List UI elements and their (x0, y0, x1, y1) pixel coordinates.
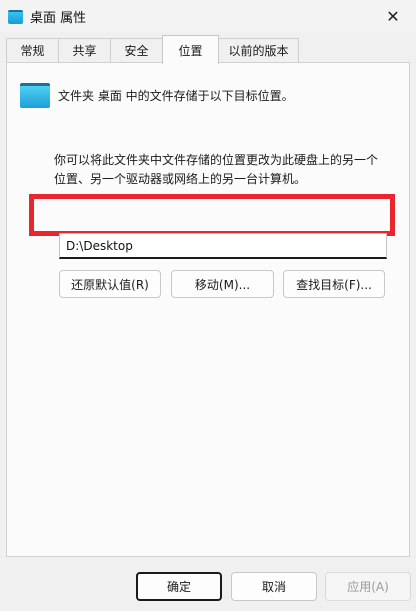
apply-button[interactable]: 应用(A) (325, 572, 411, 601)
tab-previous-versions[interactable]: 以前的版本 (218, 38, 299, 62)
tab-location[interactable]: 位置 (162, 35, 219, 64)
window-title: 桌面 属性 (30, 11, 87, 26)
tab-security[interactable]: 安全 (110, 38, 163, 62)
highlight-box (29, 194, 395, 236)
location-description: 你可以将此文件夹中文件存储的位置更改为此硬盘上的另一个位置、另一个驱动器或网络上… (54, 153, 379, 186)
ok-button[interactable]: 确定 (136, 572, 222, 601)
close-button[interactable]: ✕ (370, 0, 416, 32)
move-button[interactable]: 移动(M)... (171, 270, 274, 298)
close-icon: ✕ (386, 6, 400, 26)
cancel-button[interactable]: 取消 (231, 572, 317, 601)
dialog-footer: 确定 取消 应用(A) (0, 557, 416, 611)
tab-sharing[interactable]: 共享 (58, 38, 111, 62)
tab-general[interactable]: 常规 (6, 38, 59, 62)
path-input[interactable] (59, 233, 387, 259)
folder-icon (8, 10, 23, 24)
folder-icon (20, 83, 50, 108)
title-bar: 桌面 属性 ✕ (0, 0, 416, 32)
restore-default-button[interactable]: 还原默认值(R) (59, 270, 161, 298)
location-panel: 文件夹 桌面 中的文件存储于以下目标位置。 你可以将此文件夹中文件存储的位置更改… (6, 62, 410, 557)
location-info-text: 文件夹 桌面 中的文件存储于以下目标位置。 (58, 89, 294, 103)
find-target-button[interactable]: 查找目标(F)... (283, 270, 385, 298)
